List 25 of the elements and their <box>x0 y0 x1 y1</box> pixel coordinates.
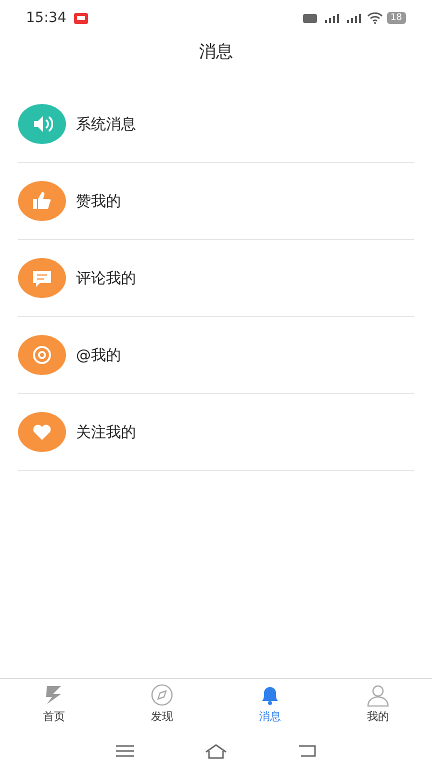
wifi-icon <box>366 12 383 24</box>
page-title: 消息 <box>199 41 233 64</box>
thumbs-up-icon <box>31 191 53 211</box>
heart-icon <box>31 422 53 442</box>
speaker-icon <box>31 114 53 134</box>
compass-icon <box>149 683 175 707</box>
message-category[interactable]: 评论我的 <box>76 266 136 290</box>
signal-icon <box>344 12 363 24</box>
tab[interactable]: 我的 <box>324 679 432 734</box>
menu-icon[interactable] <box>114 744 135 758</box>
comment-icon <box>31 268 53 288</box>
home-icon[interactable] <box>204 743 228 759</box>
message-category[interactable]: 系统消息 <box>76 112 136 136</box>
message-category[interactable]: 赞我的 <box>76 190 121 212</box>
message-category[interactable]: 关注我的 <box>76 420 136 444</box>
message-category[interactable]: @我的 <box>76 344 121 366</box>
user-icon <box>365 683 391 707</box>
tab[interactable]: 首页 <box>0 679 108 734</box>
signal-icon <box>322 12 341 24</box>
back-icon[interactable] <box>297 744 318 758</box>
battery-level: 18 <box>386 12 406 24</box>
tab[interactable]: 发现 <box>108 679 216 734</box>
tab[interactable]: 消息 <box>216 679 324 734</box>
notification-icon <box>74 12 88 24</box>
status-time: 15:34 <box>26 8 66 28</box>
